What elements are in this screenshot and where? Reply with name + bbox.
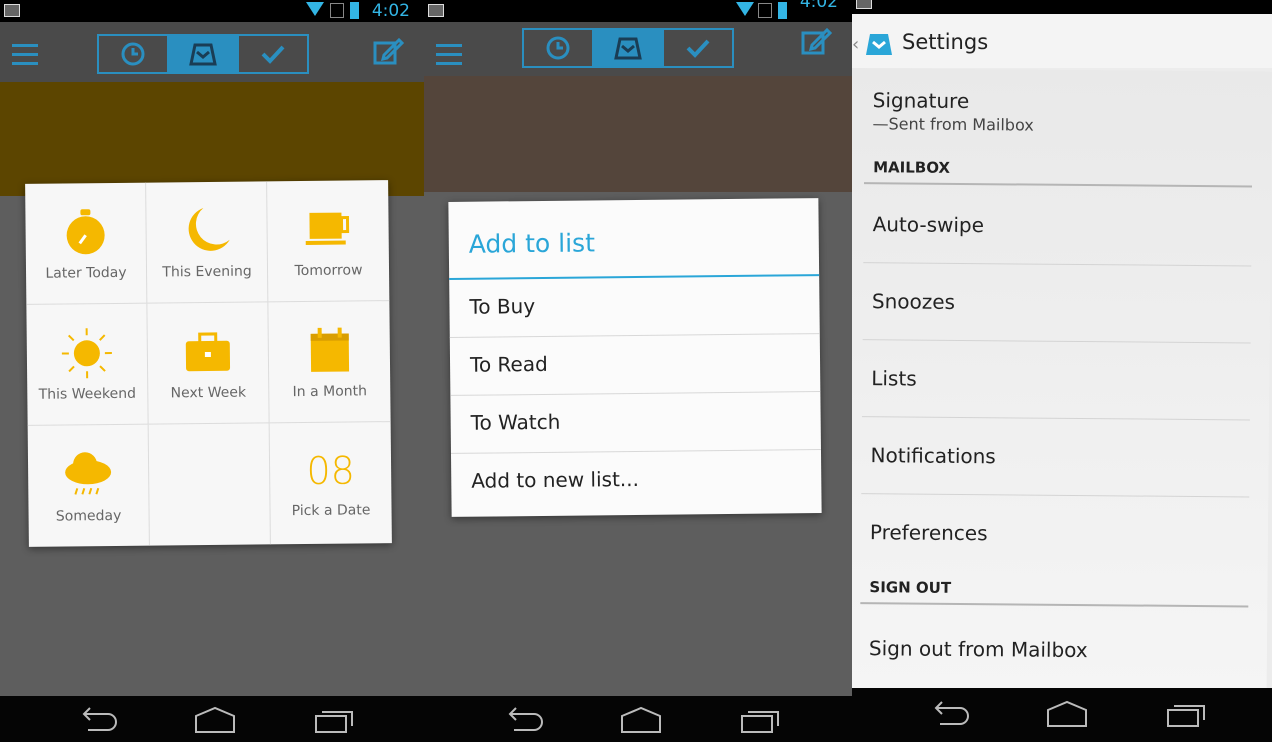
briefcase-icon <box>185 332 231 372</box>
status-bar: 4:02 <box>0 0 424 22</box>
back-chevron-icon[interactable]: ‹ <box>852 34 859 55</box>
recents-icon[interactable] <box>312 704 358 734</box>
message-preview-banner <box>424 76 852 192</box>
pick-date-number: 08 <box>306 447 356 493</box>
calendar-icon <box>310 327 349 372</box>
list-option-to-read[interactable]: To Read <box>449 334 821 396</box>
tab-inbox[interactable] <box>169 36 239 72</box>
tab-later[interactable] <box>524 30 594 66</box>
snooze-this-weekend[interactable]: This Weekend <box>26 303 149 426</box>
setting-auto-swipe[interactable]: Auto-swipe <box>863 186 1252 267</box>
snooze-later-today[interactable]: Later Today <box>25 182 148 305</box>
snooze-tomorrow[interactable]: Tomorrow <box>267 180 390 303</box>
setting-notifications[interactable]: Notifications <box>861 417 1250 498</box>
system-nav-bar <box>0 696 424 742</box>
checkmark-icon <box>261 45 285 64</box>
setting-preferences[interactable]: Preferences <box>861 494 1250 574</box>
menu-icon[interactable] <box>12 44 38 66</box>
tab-archive[interactable] <box>239 36 307 72</box>
folder-switcher <box>97 34 309 74</box>
settings-screen: ‹ Settings Signature —Sent from Mailbox … <box>852 0 1272 742</box>
snooze-grid: Later Today This Evening Tomorrow This W… <box>25 180 392 547</box>
checkmark-icon <box>686 39 710 58</box>
top-bar <box>0 22 424 82</box>
status-time: 4:02 <box>799 0 838 12</box>
compose-icon[interactable] <box>372 36 404 68</box>
recents-icon[interactable] <box>1164 698 1210 728</box>
sign-out-button[interactable]: Sign out from Mailbox <box>860 610 1249 690</box>
tab-archive[interactable] <box>664 30 732 66</box>
signal-icon <box>330 3 344 18</box>
list-option-to-buy[interactable]: To Buy <box>449 276 820 338</box>
signature-setting[interactable]: Signature —Sent from Mailbox <box>872 88 1034 134</box>
battery-icon <box>778 2 787 19</box>
section-header-mailbox: MAILBOX <box>863 158 1253 188</box>
snooze-this-evening[interactable]: This Evening <box>146 181 269 304</box>
compose-icon[interactable] <box>800 26 832 58</box>
setting-snoozes[interactable]: Snoozes <box>862 263 1252 344</box>
status-time: 4:02 <box>371 1 410 21</box>
clock-icon <box>546 36 570 60</box>
snooze-label: In a Month <box>292 383 368 401</box>
clock-icon <box>121 42 145 66</box>
message-preview-banner <box>0 82 424 196</box>
tab-inbox[interactable] <box>594 30 664 66</box>
gallery-notification-icon <box>428 4 444 17</box>
wifi-icon <box>736 2 754 16</box>
snooze-next-week[interactable]: Next Week <box>147 302 270 425</box>
system-nav-bar <box>852 688 1272 742</box>
add-to-list-dialog: Add to list To Buy To Read To Watch Add … <box>448 198 822 517</box>
snooze-label: Later Today <box>45 264 127 282</box>
back-icon[interactable] <box>500 704 546 734</box>
snooze-label: Tomorrow <box>294 262 363 280</box>
status-bar <box>852 0 1272 14</box>
add-to-list-screen: 4:02 Add to list To Buy To Read To Watch… <box>424 0 852 742</box>
settings-list: Signature —Sent from Mailbox MAILBOX Aut… <box>852 68 1272 692</box>
tab-later[interactable] <box>99 36 169 72</box>
snooze-label: Pick a Date <box>291 501 371 519</box>
moon-icon <box>188 208 230 251</box>
dialog-title: Add to list <box>448 198 820 280</box>
gallery-notification-icon <box>856 0 872 9</box>
list-option-to-watch[interactable]: To Watch <box>450 392 821 454</box>
coffee-cup-icon <box>305 212 349 245</box>
snooze-someday[interactable]: Someday <box>27 424 150 547</box>
snooze-label: This Evening <box>162 263 252 281</box>
snooze-screen: 4:02 Later Today This Evening Tomorrow T… <box>0 0 424 742</box>
wifi-icon <box>306 2 324 16</box>
setting-lists[interactable]: Lists <box>861 340 1251 421</box>
gallery-notification-icon <box>4 4 20 17</box>
top-bar <box>424 22 852 82</box>
settings-action-bar[interactable]: ‹ Settings <box>852 14 1272 68</box>
menu-icon[interactable] <box>436 44 462 66</box>
signature-value: —Sent from Mailbox <box>872 114 1034 135</box>
folder-switcher <box>522 28 734 68</box>
settings-title: Settings <box>902 30 989 54</box>
home-icon[interactable] <box>1044 698 1090 728</box>
inbox-icon <box>189 43 217 66</box>
signature-title: Signature <box>872 88 970 114</box>
signal-icon <box>758 3 772 18</box>
mailbox-logo-icon <box>866 34 892 55</box>
battery-icon <box>350 2 359 19</box>
home-icon[interactable] <box>192 704 238 734</box>
recents-icon[interactable] <box>738 704 784 734</box>
snooze-label: This Weekend <box>38 385 137 403</box>
stopwatch-icon <box>66 209 105 255</box>
snooze-label: Someday <box>55 507 122 525</box>
snooze-in-a-month[interactable]: In a Month <box>268 301 391 424</box>
status-bar: 4:02 <box>424 0 852 22</box>
section-header-sign-out: SIGN OUT <box>860 578 1249 608</box>
snooze-pick-a-date[interactable]: 08 Pick a Date <box>270 422 392 544</box>
home-icon[interactable] <box>618 704 664 734</box>
snooze-label: Next Week <box>170 384 247 402</box>
system-nav-bar <box>424 696 852 742</box>
rain-cloud-icon <box>65 451 112 495</box>
back-icon[interactable] <box>926 698 972 728</box>
add-new-list-option[interactable]: Add to new list... <box>451 450 822 512</box>
back-icon[interactable] <box>74 704 120 734</box>
inbox-icon <box>614 37 642 60</box>
sun-icon <box>61 328 112 379</box>
snooze-empty-cell <box>148 423 271 546</box>
